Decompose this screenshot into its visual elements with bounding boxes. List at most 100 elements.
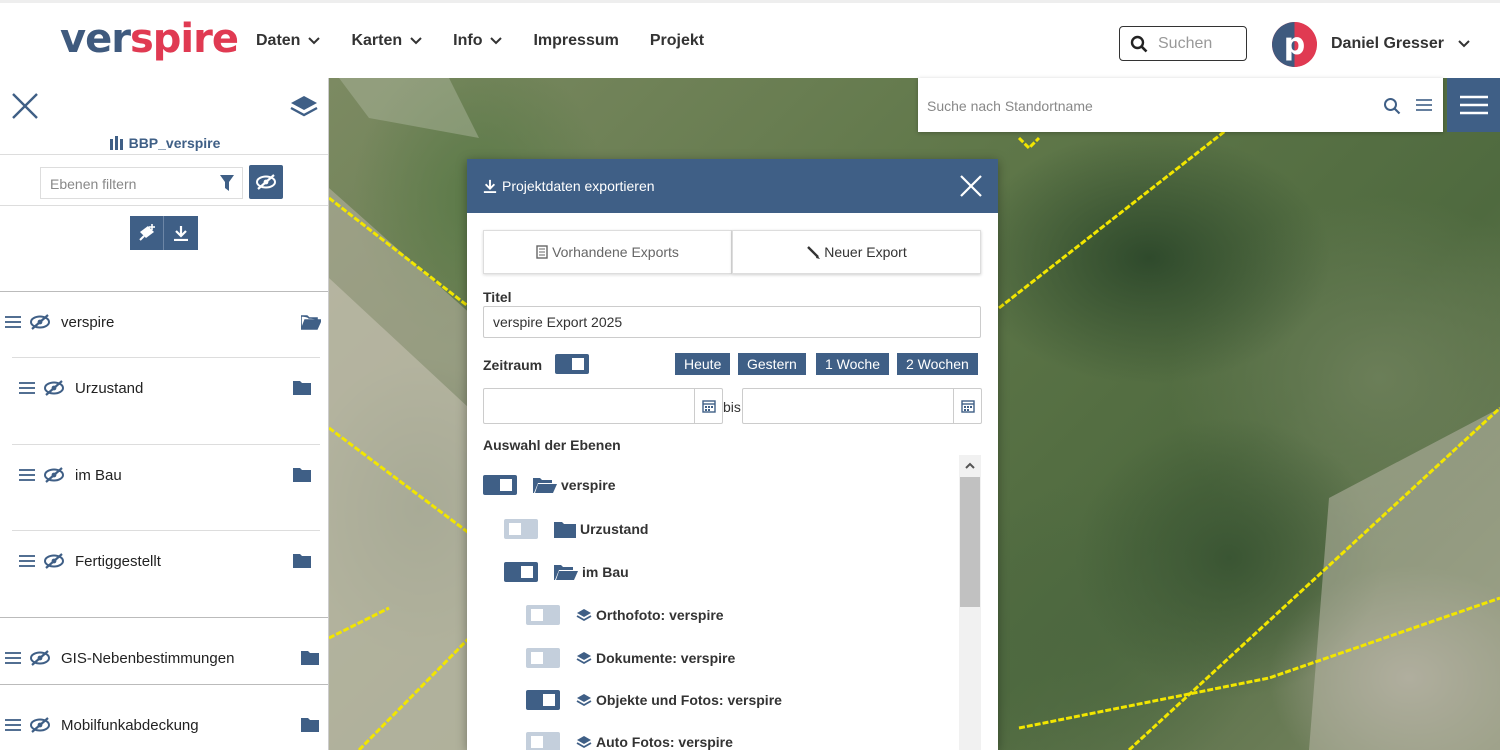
nav-projekt[interactable]: Projekt: [650, 32, 704, 50]
zeitraum-toggle[interactable]: [555, 354, 589, 374]
folder-open-icon[interactable]: [301, 314, 321, 330]
sidebar-layer-im-bau[interactable]: im Bau: [0, 463, 328, 487]
layer-sidebar: BBP_verspire Ebenen filtern verspire Urz…: [0, 78, 329, 750]
nav-karten[interactable]: Karten: [351, 32, 422, 50]
calendar-button[interactable]: [694, 389, 722, 423]
tree-item-label: Objekte und Fotos: verspire: [596, 692, 782, 708]
folder-icon[interactable]: [293, 553, 311, 568]
scrollbar-thumb[interactable]: [960, 477, 980, 607]
calendar-icon: [701, 400, 716, 413]
drag-handle-icon[interactable]: [5, 718, 21, 732]
tree-item-auto-fotos[interactable]: Auto Fotos: verspire: [526, 732, 733, 750]
sidebar-layer-verspire[interactable]: verspire: [0, 310, 328, 334]
pencil-icon: [807, 246, 821, 259]
export-title-input[interactable]: verspire Export 2025: [483, 306, 981, 338]
close-icon[interactable]: [960, 175, 982, 197]
calendar-button[interactable]: [953, 389, 981, 423]
tree-item-urzustand[interactable]: Urzustand: [504, 519, 648, 539]
search-icon[interactable]: [1383, 97, 1401, 115]
quick-range-gestern[interactable]: Gestern: [738, 353, 806, 375]
folder-icon[interactable]: [293, 380, 311, 395]
layer-toggle[interactable]: [526, 690, 560, 710]
list-icon[interactable]: [1416, 97, 1432, 113]
filter-icon[interactable]: [220, 175, 234, 191]
tree-item-dokumente[interactable]: Dokumente: verspire: [526, 648, 735, 668]
avatar[interactable]: p: [1272, 22, 1317, 67]
tree-item-im-bau[interactable]: im Bau: [504, 562, 629, 582]
drag-handle-icon[interactable]: [19, 468, 35, 482]
sidebar-layer-gis-nebenbestimmungen[interactable]: GIS-Nebenbestimmungen: [0, 646, 328, 670]
tab-neuer-export[interactable]: Neuer Export: [732, 230, 981, 274]
drag-handle-icon[interactable]: [5, 651, 21, 665]
drag-handle-icon[interactable]: [5, 315, 21, 329]
hamburger-icon: [1459, 95, 1488, 115]
nav-info[interactable]: Info: [453, 32, 503, 50]
tree-item-objekte-und-fotos[interactable]: Objekte und Fotos: verspire: [526, 690, 782, 710]
layer-label: Urzustand: [75, 379, 144, 397]
folder-icon[interactable]: [301, 717, 319, 732]
folder-icon[interactable]: [293, 467, 311, 482]
toggle-knob: [531, 736, 543, 748]
global-search-input[interactable]: Suchen: [1119, 26, 1247, 61]
eye-slash-icon[interactable]: [29, 649, 51, 667]
eye-slash-icon[interactable]: [43, 552, 65, 570]
sidebar-layer-mobilfunkabdeckung[interactable]: Mobilfunkabdeckung: [0, 713, 328, 737]
project-name[interactable]: BBP_verspire: [0, 135, 328, 151]
map-menu-button[interactable]: [1447, 78, 1500, 132]
layer-selection-tree: verspire Urzustand im Bau Orthofoto: ver…: [483, 455, 981, 750]
user-name: Daniel Gresser: [1331, 35, 1444, 52]
tab-vorhandene-exports[interactable]: Vorhandene Exports: [483, 230, 732, 274]
nav-impressum[interactable]: Impressum: [533, 32, 618, 50]
folder-open-icon: [554, 565, 578, 580]
toggle-knob: [509, 523, 521, 535]
layer-toggle[interactable]: [504, 519, 538, 539]
folder-open-icon: [533, 478, 557, 493]
quick-range-2-wochen[interactable]: 2 Wochen: [897, 353, 978, 375]
layer-toggle[interactable]: [504, 562, 538, 582]
calendar-icon: [960, 400, 975, 413]
quick-range-heute[interactable]: Heute: [675, 353, 731, 375]
sidebar-layer-fertiggestellt[interactable]: Fertiggestellt: [0, 549, 328, 573]
eye-slash-icon[interactable]: [43, 379, 65, 397]
date-to-input[interactable]: [742, 388, 982, 424]
scrollbar[interactable]: [959, 455, 981, 750]
search-icon: [1130, 35, 1148, 52]
close-icon[interactable]: [11, 92, 39, 120]
sidebar-layer-urzustand[interactable]: Urzustand: [0, 376, 328, 400]
nav-daten[interactable]: Daten: [256, 32, 321, 50]
layer-filter-input[interactable]: Ebenen filtern: [40, 167, 243, 199]
tree-item-label: verspire: [561, 477, 616, 493]
export-download-button[interactable]: [164, 216, 198, 250]
layer-toggle[interactable]: [526, 732, 560, 750]
eye-slash-icon[interactable]: [29, 716, 51, 734]
eye-slash-icon[interactable]: [29, 313, 51, 331]
drag-handle-icon[interactable]: [19, 554, 35, 568]
hide-all-layers-button[interactable]: [249, 165, 283, 199]
date-from-input[interactable]: [483, 388, 723, 424]
drag-handle-icon[interactable]: [19, 381, 35, 395]
layer-toggle[interactable]: [526, 648, 560, 668]
tree-item-orthofoto[interactable]: Orthofoto: verspire: [526, 605, 724, 625]
eye-slash-icon[interactable]: [43, 466, 65, 484]
location-search-input[interactable]: Suche nach Standortname: [918, 78, 1443, 132]
folder-icon[interactable]: [301, 650, 319, 665]
scroll-up-button[interactable]: [959, 455, 981, 475]
add-layer-button[interactable]: [130, 216, 164, 250]
toggle-knob: [531, 609, 543, 621]
verspire-logo[interactable]: verspire: [60, 15, 239, 63]
sidebar-toolbar: [130, 216, 198, 250]
layers-icon[interactable]: [290, 94, 318, 120]
layer-toggle[interactable]: [483, 475, 517, 495]
export-dialog: Projektdaten exportieren Vorhandene Expo…: [467, 159, 998, 750]
pin-add-icon: [138, 224, 155, 241]
nav-karten-label: Karten: [351, 32, 403, 49]
layer-label: verspire: [61, 313, 115, 331]
main-nav: Daten Karten Info Impressum Projekt: [256, 32, 735, 50]
toggle-knob: [521, 566, 533, 578]
layer-icon: [576, 694, 592, 707]
dialog-title-text: Projektdaten exportieren: [502, 178, 655, 194]
quick-range-1-woche[interactable]: 1 Woche: [816, 353, 889, 375]
tree-item-verspire[interactable]: verspire: [483, 475, 615, 495]
user-menu[interactable]: Daniel Gresser: [1331, 35, 1470, 53]
layer-toggle[interactable]: [526, 605, 560, 625]
